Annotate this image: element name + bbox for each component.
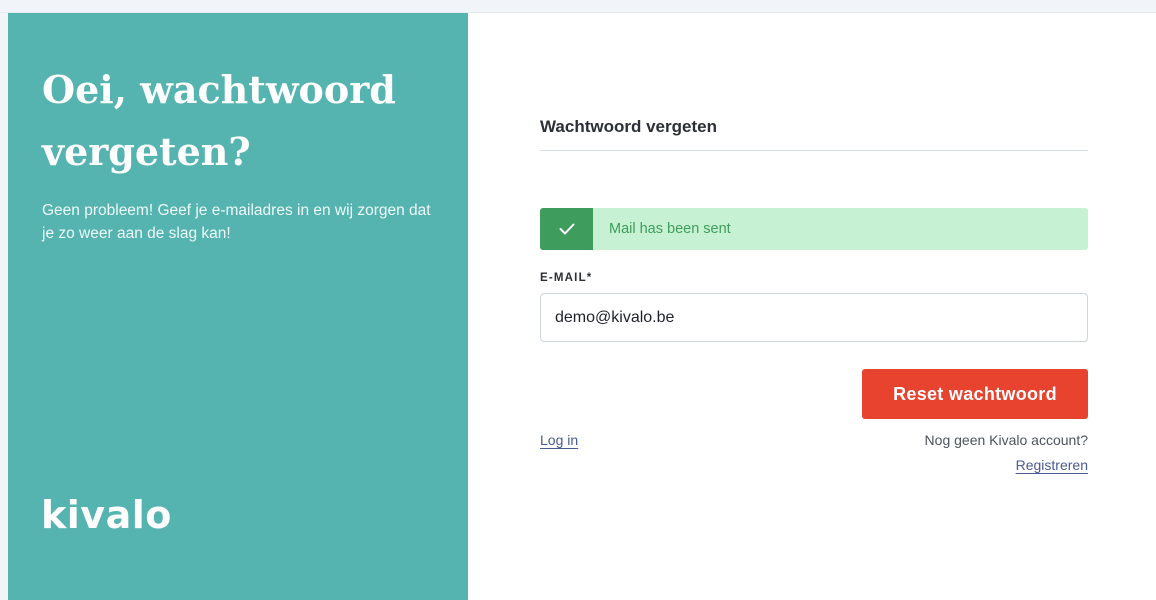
no-account-text: Nog geen Kivalo account? <box>924 432 1088 448</box>
title-divider <box>540 150 1088 151</box>
kivalo-logo: kivalo <box>41 493 172 537</box>
top-strip <box>0 0 1156 13</box>
success-alert: Mail has been sent <box>540 208 1088 250</box>
alert-message: Mail has been sent <box>609 221 731 237</box>
reset-password-button[interactable]: Reset wachtwoord <box>862 369 1088 419</box>
login-link[interactable]: Log in <box>540 432 578 448</box>
email-label: E-MAIL* <box>540 272 593 284</box>
register-link[interactable]: Registreren <box>1016 457 1088 473</box>
form-title: Wachtwoord vergeten <box>540 117 717 136</box>
intro-panel: Oei, wachtwoord vergeten? Geen probleem!… <box>8 13 468 600</box>
email-field[interactable] <box>540 293 1088 342</box>
form-panel: Wachtwoord vergeten Mail has been sent E… <box>468 13 1156 600</box>
intro-title: Oei, wachtwoord vergeten? <box>42 67 396 174</box>
check-icon <box>540 208 593 250</box>
intro-subtitle: Geen probleem! Geef je e-mailadres in en… <box>42 202 431 242</box>
